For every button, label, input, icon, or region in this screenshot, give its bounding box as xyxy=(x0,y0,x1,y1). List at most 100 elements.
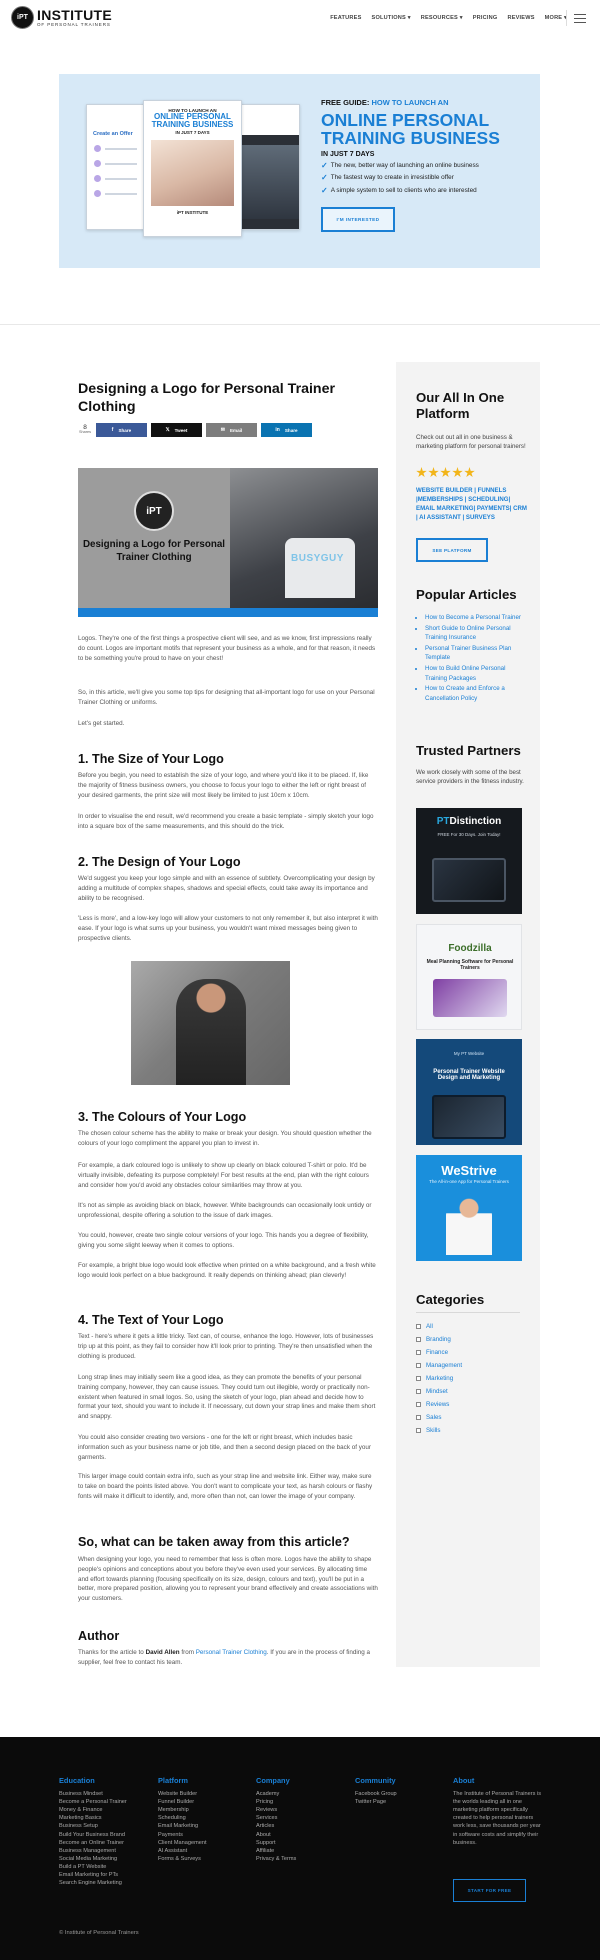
category-branding[interactable]: Branding xyxy=(416,1333,520,1346)
footer-link[interactable]: About xyxy=(256,1831,296,1839)
ptdistinction-ad[interactable]: PTDistinction FREE For 30 Days. Join Tod… xyxy=(416,808,522,914)
section-divider xyxy=(0,324,600,325)
x-icon: 𝕏 xyxy=(165,427,170,433)
nav-solutions[interactable]: SOLUTIONS ▾ xyxy=(372,15,411,21)
footer-link[interactable]: Website Builder xyxy=(158,1790,207,1798)
footer-link[interactable]: Funnel Builder xyxy=(158,1798,207,1806)
twitter-share-button[interactable]: 𝕏 Tweet xyxy=(151,423,202,437)
featured-image-caption: Designing a Logo for Personal Trainer Cl… xyxy=(82,539,226,563)
footer-link[interactable]: Academy xyxy=(256,1790,296,1798)
trusted-partners-title: Trusted Partners xyxy=(416,743,521,758)
checkbox-icon xyxy=(416,1376,421,1381)
footer-link[interactable]: Client Management xyxy=(158,1839,207,1847)
ipt-badge-icon: iPT xyxy=(134,491,174,531)
popular-article-link[interactable]: How to Create and Enforce a Cancellation… xyxy=(425,684,529,703)
article-paragraph: You could, however, create two single co… xyxy=(78,1232,369,1249)
footer-link[interactable]: Become a Personal Trainer xyxy=(59,1798,127,1806)
footer-link[interactable]: Forms & Surveys xyxy=(158,1855,207,1863)
footer-link[interactable]: Payments xyxy=(158,1831,207,1839)
hero-bullet: ✓ A simple system to sell to clients who … xyxy=(321,185,477,195)
category-skills[interactable]: Skills xyxy=(416,1424,520,1437)
footer-link[interactable]: Email Marketing for PTs xyxy=(59,1871,127,1879)
nav-pricing[interactable]: PRICING xyxy=(473,15,498,21)
category-management[interactable]: Management xyxy=(416,1359,520,1372)
footer-link[interactable]: Business Setup xyxy=(59,1822,127,1830)
check-icon: ✓ xyxy=(321,173,328,183)
footer-link[interactable]: Scheduling xyxy=(158,1814,207,1822)
nav-more[interactable]: MORE ▾ xyxy=(545,15,567,21)
nav-features[interactable]: FEATURES xyxy=(330,15,361,21)
footer-link[interactable]: Membership xyxy=(158,1806,207,1814)
article-paragraph: For example, a bright blue logo would lo… xyxy=(78,1262,376,1279)
popular-article-link[interactable]: How to Build Online Personal Training Pa… xyxy=(425,664,529,683)
footer-link[interactable]: Social Media Marketing xyxy=(59,1855,127,1863)
footer-link[interactable]: Services xyxy=(256,1814,296,1822)
hamburger-menu-icon[interactable] xyxy=(574,14,586,26)
footer-heading: Company xyxy=(256,1776,290,1785)
popular-article-link[interactable]: How to Become a Personal Trainer xyxy=(425,613,529,623)
mock-left-title: Create an Offer xyxy=(93,131,133,137)
category-mindset[interactable]: Mindset xyxy=(416,1385,520,1398)
footer-link[interactable]: Business Management xyxy=(59,1847,127,1855)
section-heading: 2. The Design of Your Logo xyxy=(78,855,241,869)
footer-link[interactable]: Business Mindset xyxy=(59,1790,127,1798)
footer-link[interactable]: Facebook Group xyxy=(355,1790,397,1798)
article-paragraph: Before you begin, you need to establish … xyxy=(78,772,369,799)
footer-link[interactable]: Build a PT Website xyxy=(59,1863,127,1871)
category-all[interactable]: All xyxy=(416,1320,520,1333)
guide-cover-image: HOW TO LAUNCH AN ONLINE PERSONAL TRAININ… xyxy=(143,100,242,237)
footer-link[interactable]: Articles xyxy=(256,1822,296,1830)
footer-link[interactable]: Pricing xyxy=(256,1798,296,1806)
personal-trainer-clothing-link[interactable]: Personal Trainer Clothing xyxy=(196,1649,267,1656)
footer-link[interactable]: Become an Online Trainer xyxy=(59,1839,127,1847)
category-marketing[interactable]: Marketing xyxy=(416,1372,520,1385)
footer-link[interactable]: Twitter Page xyxy=(355,1798,397,1806)
footer-link[interactable]: Support xyxy=(256,1839,296,1847)
checkbox-icon xyxy=(416,1402,421,1407)
article-paragraph: In order to visualise the end result, we… xyxy=(78,813,374,830)
section-heading: 4. The Text of Your Logo xyxy=(78,1313,224,1327)
start-for-free-button[interactable]: START FOR FREE xyxy=(453,1879,526,1902)
footer-heading: Platform xyxy=(158,1776,188,1785)
footer-link[interactable]: Search Engine Marketing xyxy=(59,1879,127,1887)
footer-link[interactable]: Privacy & Terms xyxy=(256,1855,296,1863)
nav-reviews[interactable]: REVIEWS xyxy=(507,15,534,21)
im-interested-button[interactable]: I'M INTERESTED xyxy=(321,207,395,232)
footer-link[interactable]: Money & Finance xyxy=(59,1806,127,1814)
see-platform-button[interactable]: SEE PLATFORM xyxy=(416,538,488,562)
nav-resources[interactable]: RESOURCES ▾ xyxy=(421,15,463,21)
checkbox-icon xyxy=(416,1415,421,1420)
featured-image: iPT Designing a Logo for Personal Traine… xyxy=(78,468,378,617)
share-bar: 8 Shares f Share 𝕏 Tweet ✉ Email in Share xyxy=(78,423,312,437)
westrive-ad[interactable]: WeStrive The All-in-one App for Personal… xyxy=(416,1155,522,1261)
footer-link[interactable]: Affiliate xyxy=(256,1847,296,1855)
section-heading: 3. The Colours of Your Logo xyxy=(78,1110,247,1124)
category-reviews[interactable]: Reviews xyxy=(416,1398,520,1411)
hero-bullet: ✓ The new, better way of launching an onl… xyxy=(321,161,479,171)
footer-link[interactable]: AI Assistant xyxy=(158,1847,207,1855)
popular-article-link[interactable]: Short Guide to Online Personal Training … xyxy=(425,624,529,643)
popular-article-link[interactable]: Personal Trainer Business Plan Template xyxy=(425,644,529,663)
footer-platform-column: Platform Website Builder Funnel Builder … xyxy=(158,1776,207,1863)
email-share-button[interactable]: ✉ Email xyxy=(206,423,257,437)
footer-heading: About xyxy=(453,1776,475,1785)
article-paragraph: 'Less is more', and a low-key logo will … xyxy=(78,915,378,942)
foodzilla-ad[interactable]: Foodzilla Meal Planning Software for Per… xyxy=(416,924,522,1030)
footer-link[interactable]: Reviews xyxy=(256,1806,296,1814)
footer-about-text: The Institute of Personal Trainers is th… xyxy=(453,1791,541,1846)
footer-link[interactable]: Build Your Business Brand xyxy=(59,1831,127,1839)
linkedin-share-button[interactable]: in Share xyxy=(261,423,312,437)
my-pt-website-ad[interactable]: My PT Website Personal Trainer Website D… xyxy=(416,1039,522,1145)
footer-link[interactable]: Email Marketing xyxy=(158,1822,207,1830)
footer-company-column: Company Academy Pricing Reviews Services… xyxy=(256,1776,296,1863)
hero-copy: FREE GUIDE: HOW TO LAUNCH AN ONLINE PERS… xyxy=(321,98,531,195)
intro-paragraph: Logos. They're one of the first things a… xyxy=(78,635,376,662)
hero-guide-label: FREE GUIDE: HOW TO LAUNCH AN xyxy=(321,98,449,107)
checkbox-icon xyxy=(416,1350,421,1355)
site-logo[interactable]: iPT INSTITUTE OF PERSONAL TRAINERS xyxy=(11,6,112,29)
footer-link[interactable]: Marketing Basics xyxy=(59,1814,127,1822)
checkbox-icon xyxy=(416,1389,421,1394)
facebook-share-button[interactable]: f Share xyxy=(96,423,147,437)
category-sales[interactable]: Sales xyxy=(416,1411,520,1424)
category-finance[interactable]: Finance xyxy=(416,1346,520,1359)
